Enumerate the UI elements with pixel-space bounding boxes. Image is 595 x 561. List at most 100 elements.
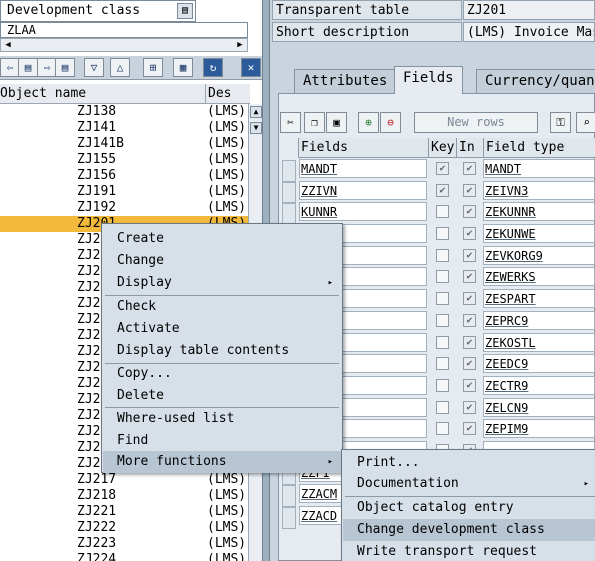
short-description-value[interactable]: (LMS) Invoice Master <box>463 22 595 42</box>
key-icon[interactable]: ⚿ <box>550 112 571 133</box>
initial-value-checkbox[interactable]: ✔ <box>463 378 476 392</box>
field-type-cell[interactable]: ZEVKORG9 <box>483 245 595 265</box>
horizontal-scrollbar[interactable]: ◀ ▶ <box>0 38 248 52</box>
col-description[interactable]: Des <box>205 84 231 104</box>
insert-row-icon[interactable]: ⊕ <box>358 112 379 133</box>
menu-item-activate[interactable]: Activate <box>103 318 341 340</box>
field-type-cell[interactable]: ZECTR9 <box>483 375 595 395</box>
delete-row-icon[interactable]: ⊖ <box>380 112 401 133</box>
back-icon[interactable]: ⇦ <box>0 58 20 77</box>
initial-value-checkbox[interactable]: ✔ <box>463 292 476 306</box>
initial-value-checkbox[interactable]: ✔ <box>463 227 476 241</box>
menu-item-display-table-contents[interactable]: Display table contents <box>103 340 341 362</box>
tab-attributes[interactable]: Attributes <box>294 69 397 93</box>
col-fields[interactable]: Fields <box>298 138 428 158</box>
initial-value-checkbox[interactable]: ✔ <box>463 357 476 371</box>
dev-class-label-box[interactable]: Development class ▤ <box>0 0 196 22</box>
key-checkbox[interactable] <box>436 335 449 349</box>
table-row[interactable]: ZZIVN ✔ ✔ ZEIVN3 <box>298 180 595 202</box>
tab-fields[interactable]: Fields <box>394 66 463 94</box>
field-name-cell[interactable]: MANDT <box>299 159 427 178</box>
list-item[interactable]: ZJ156 (LMS) <box>0 168 250 184</box>
menu-item-change[interactable]: Change <box>103 250 341 272</box>
field-name-cell[interactable]: ZZIVN <box>299 180 427 200</box>
initial-value-checkbox[interactable]: ✔ <box>463 270 476 284</box>
initial-value-checkbox[interactable]: ✔ <box>463 205 476 219</box>
col-initial[interactable]: In <box>456 138 483 158</box>
list-item[interactable]: ZJ222 (LMS) <box>0 520 250 536</box>
initial-value-checkbox[interactable]: ✔ <box>463 335 476 349</box>
close-icon[interactable]: ✕ <box>241 58 261 77</box>
key-checkbox[interactable] <box>436 292 449 306</box>
field-type-cell[interactable]: ZEEDC9 <box>483 354 595 374</box>
dropdown-icon[interactable]: ▤ <box>177 3 193 19</box>
menu-item-delete[interactable]: Delete <box>103 385 341 407</box>
row-selector[interactable] <box>282 160 296 182</box>
col-field-type[interactable]: Field type <box>483 138 595 158</box>
list-item[interactable]: ZJ221 (LMS) <box>0 504 250 520</box>
key-checkbox[interactable]: ✔ <box>436 183 449 197</box>
submenu-item-change-development-class[interactable]: Change development class <box>343 519 595 541</box>
table-icon[interactable]: ▦ <box>173 58 193 77</box>
list-item[interactable]: ZJ223 (LMS) <box>0 536 250 552</box>
col-object-name[interactable]: Object name <box>0 84 86 104</box>
list-item[interactable]: ZJ217 (LMS) <box>0 472 250 488</box>
initial-value-checkbox[interactable]: ✔ <box>463 162 476 175</box>
filter-up-icon[interactable]: △ <box>110 58 130 77</box>
copy-icon[interactable]: ❐ <box>304 112 325 133</box>
submenu-item-documentation[interactable]: Documentation ▸ <box>343 473 595 495</box>
col-key[interactable]: Key <box>428 138 456 158</box>
tab-currency-quantity[interactable]: Currency/quant <box>476 69 595 93</box>
submenu-item-object-catalog-entry[interactable]: Object catalog entry <box>343 497 595 519</box>
scroll-up-icon[interactable]: ▲ <box>250 106 262 118</box>
page-icon[interactable]: ▤ <box>55 58 75 77</box>
list-item[interactable]: ZJ224 (LMS) <box>0 552 250 561</box>
key-checkbox[interactable] <box>436 270 449 284</box>
key-checkbox[interactable] <box>436 357 449 371</box>
field-type-cell[interactable]: ZEWERKS <box>483 267 595 287</box>
field-type-cell[interactable]: ZEPIM9 <box>483 419 595 439</box>
menu-item-check[interactable]: Check <box>103 296 341 318</box>
scroll-down-icon[interactable]: ▼ <box>250 122 262 134</box>
key-checkbox[interactable] <box>436 422 449 436</box>
submenu-item-write-transport-request[interactable]: Write transport request <box>343 541 595 561</box>
key-checkbox[interactable] <box>436 205 449 219</box>
field-type-cell[interactable]: ZELCN9 <box>483 397 595 417</box>
refresh-icon[interactable]: ↻ <box>203 58 223 77</box>
list-item[interactable]: ZJ141B (LMS) <box>0 136 250 152</box>
forward-icon[interactable]: ⇨ <box>37 58 57 77</box>
field-name-cell[interactable]: KUNNR <box>299 202 427 222</box>
search-icon[interactable]: ⌕ <box>576 112 595 133</box>
initial-value-checkbox[interactable]: ✔ <box>463 422 476 436</box>
scroll-left-icon[interactable]: ◀ <box>1 39 15 51</box>
row-selector[interactable] <box>282 203 296 226</box>
initial-value-checkbox[interactable]: ✔ <box>463 313 476 327</box>
list-item[interactable]: ZJ192 (LMS) <box>0 200 250 216</box>
row-selector[interactable] <box>282 181 296 204</box>
row-selector[interactable] <box>282 507 296 529</box>
tree-icon[interactable]: ⊞ <box>143 58 163 77</box>
key-checkbox[interactable] <box>436 400 449 414</box>
menu-item-copy[interactable]: Copy... <box>103 363 341 385</box>
list-item[interactable]: ZJ191 (LMS) <box>0 184 250 200</box>
row-selector[interactable] <box>282 485 296 507</box>
paste-icon[interactable]: ▣ <box>326 112 347 133</box>
dev-class-input[interactable]: ZLAA <box>0 22 248 38</box>
list-item[interactable]: ZJ218 (LMS) <box>0 488 250 504</box>
table-row[interactable]: KUNNR ✔ ZEKUNNR <box>298 201 595 223</box>
initial-value-checkbox[interactable]: ✔ <box>463 248 476 262</box>
key-checkbox[interactable] <box>436 313 449 327</box>
field-type-cell[interactable]: ZEKOSTL <box>483 332 595 352</box>
key-checkbox[interactable] <box>436 227 449 241</box>
menu-item-where-used-list[interactable]: Where-used list <box>103 408 341 430</box>
transparent-table-value[interactable]: ZJ201 <box>463 0 595 20</box>
menu-item-create[interactable]: Create <box>103 228 341 250</box>
key-checkbox[interactable] <box>436 378 449 392</box>
list-item[interactable]: ZJ141 (LMS) <box>0 120 250 136</box>
field-type-cell[interactable]: ZEKUNWE <box>483 224 595 244</box>
cut-icon[interactable]: ✂ <box>280 112 301 133</box>
new-rows-button[interactable]: New rows <box>414 112 538 133</box>
list-item[interactable]: ZJ155 (LMS) <box>0 152 250 168</box>
menu-item-find[interactable]: Find <box>103 430 341 452</box>
field-type-cell[interactable]: ZEIVN3 <box>483 180 595 200</box>
